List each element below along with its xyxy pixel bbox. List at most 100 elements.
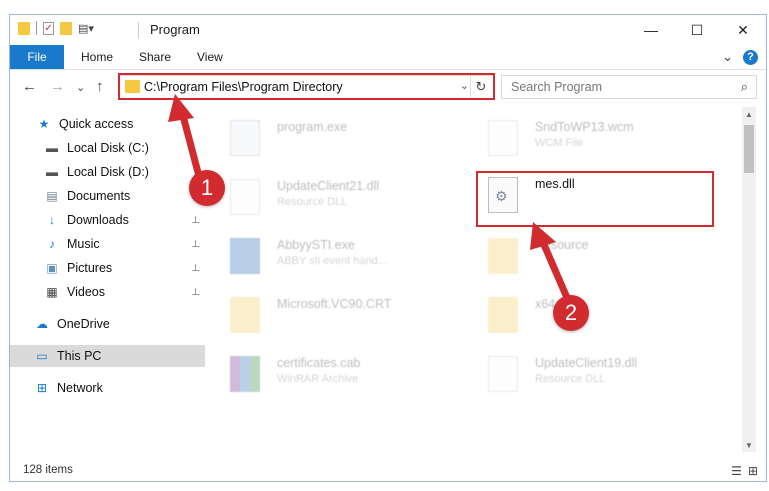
sidebar-item-network[interactable]: ⊞ Network [10,377,205,399]
refresh-button[interactable]: ↻ [470,76,491,98]
properties-icon[interactable]: ✓ [43,21,54,35]
search-icon[interactable]: ⌕ [741,79,748,95]
close-button[interactable]: ✕ [720,15,766,45]
minimize-button[interactable]: — [628,15,674,45]
pin-icon: ⊥ [191,238,200,250]
drive-icon: ▬ [46,165,58,179]
file-item-certificates-cab[interactable]: certificates.cab WinRAR Archive [210,348,450,400]
sidebar-item-label: Videos [67,285,105,299]
details-view-icon[interactable]: ☰ [731,464,742,478]
file-item-resource[interactable]: Resource [468,230,708,282]
scroll-up-icon[interactable]: ▲ [742,107,756,121]
document-icon [488,120,518,156]
folder-icon [488,238,518,274]
file-type: WinRAR Archive [277,373,359,385]
sidebar-item-documents[interactable]: ▤ Documents ⊥ [10,185,205,207]
sidebar-item-local-disk-c[interactable]: ▬ Local Disk (C:) [10,137,205,159]
folder-icon [230,297,260,333]
documents-icon: ▤ [46,189,58,203]
chevron-down-icon[interactable]: ⌄ [460,79,469,92]
sidebar-item-local-disk-d[interactable]: ▬ Local Disk (D:) [10,161,205,183]
file-item-abbyysti[interactable]: AbbyySTI.exe ABBY sti event hand... [210,230,450,282]
videos-icon: ▦ [46,285,58,299]
search-box[interactable]: Search Program ⌕ [501,75,757,99]
maximize-button[interactable]: ☐ [674,15,720,45]
drive-icon: ▬ [46,141,58,155]
pictures-icon: ▣ [46,261,58,275]
step-2-badge: 2 [553,295,589,331]
music-icon: ♪ [49,237,55,251]
file-item-vc90-crt[interactable]: Microsoft.VC90.CRT [210,289,450,341]
title-bar: ✓ ▤▾ Program — ☐ ✕ [10,15,766,45]
dll-icon [488,356,518,392]
recent-locations-button[interactable]: ⌄ [76,81,85,94]
scroll-thumb[interactable] [744,125,754,173]
address-bar[interactable]: C:\Program Files\Program Directory ⌄ ↻ [119,75,494,99]
folder-icon [125,80,140,93]
expand-ribbon-icon[interactable]: ⌄ [722,49,733,65]
forward-button[interactable]: → [50,78,65,95]
search-input[interactable]: Search Program [511,80,602,94]
customize-icon[interactable]: ▤▾ [78,22,94,35]
window-title: Program [150,22,200,37]
tab-home[interactable]: Home [81,50,113,64]
tab-view[interactable]: View [197,50,223,64]
window-controls: — ☐ ✕ [628,15,766,45]
sidebar-item-quick-access[interactable]: ★ Quick access [10,113,205,135]
divider [138,22,139,38]
navigation-pane: ★ Quick access ▬ Local Disk (C:) ▬ Local… [10,111,205,456]
sidebar-item-pictures[interactable]: ▣ Pictures ⊥ [10,257,205,279]
sidebar-item-music[interactable]: ♪ Music ⊥ [10,233,205,255]
view-toggles: ☰ ⊞ [731,464,758,478]
sidebar-item-label: Documents [67,189,131,203]
file-item-updateclient19[interactable]: UpdateClient19.dll Resource DLL [468,348,708,400]
pin-icon: ⊥ [191,214,200,226]
file-item-program-exe[interactable]: program.exe [210,112,450,164]
file-item-sndtowp13[interactable]: SndToWP13.wcm WCM File [468,112,708,164]
file-name: program.exe [277,120,348,134]
file-type: Resource DLL [535,373,606,385]
file-name: certificates.cab [277,356,361,370]
computer-icon: ▭ [36,349,48,363]
back-button[interactable]: ← [22,78,37,95]
item-count: 128 items [23,464,73,476]
mes-dll-highlight-box [476,171,714,227]
folder-icon [488,297,518,333]
file-name: AbbyySTI.exe [277,238,355,252]
sidebar-item-onedrive[interactable]: ☁ OneDrive [10,313,205,335]
network-icon: ⊞ [36,381,48,395]
quick-access-toolbar: ✓ ▤▾ [18,21,94,35]
navigation-row: ← → ⌄ ↑ C:\Program Files\Program Directo… [10,73,766,103]
sidebar-item-label: Network [57,381,103,395]
file-name: UpdateClient21.dll [277,179,380,193]
address-path[interactable]: C:\Program Files\Program Directory [144,80,343,94]
sidebar-item-this-pc[interactable]: ▭ This PC [10,345,205,367]
sidebar-item-label: Pictures [67,261,113,275]
file-name: x64 [535,297,556,311]
sidebar-item-label: This PC [57,349,102,363]
help-icon[interactable]: ? [743,49,758,65]
vertical-scrollbar[interactable]: ▲ ▼ [742,107,756,452]
tab-share[interactable]: Share [139,50,171,64]
sidebar-item-label: Local Disk (C:) [67,141,149,155]
ribbon-right: ⌄ ? [722,49,758,65]
folder-icon [18,21,30,35]
exe-icon [230,120,260,156]
archive-icon [230,356,260,392]
ribbon-tabs: File Home Share View ⌄ ? [10,45,766,70]
file-name: SndToWP13.wcm [535,120,634,134]
dll-icon [230,179,260,215]
scroll-down-icon[interactable]: ▼ [742,438,756,452]
status-bar: 128 items ☰ ⊞ [10,462,766,482]
large-icons-view-icon[interactable]: ⊞ [748,464,758,478]
up-button[interactable]: ↑ [96,78,104,95]
file-list: program.exe UpdateClient21.dll Resource … [210,107,740,452]
file-item-updateclient21[interactable]: UpdateClient21.dll Resource DLL [210,171,450,223]
download-icon: ↓ [49,213,55,227]
file-type: ABBY sti event hand... [277,255,387,267]
sidebar-item-downloads[interactable]: ↓ Downloads ⊥ [10,209,205,231]
new-folder-icon[interactable] [60,21,72,35]
sidebar-item-videos[interactable]: ▦ Videos ⊥ [10,281,205,303]
tab-file[interactable]: File [10,45,64,69]
sidebar-item-label: Local Disk (D:) [67,165,149,179]
